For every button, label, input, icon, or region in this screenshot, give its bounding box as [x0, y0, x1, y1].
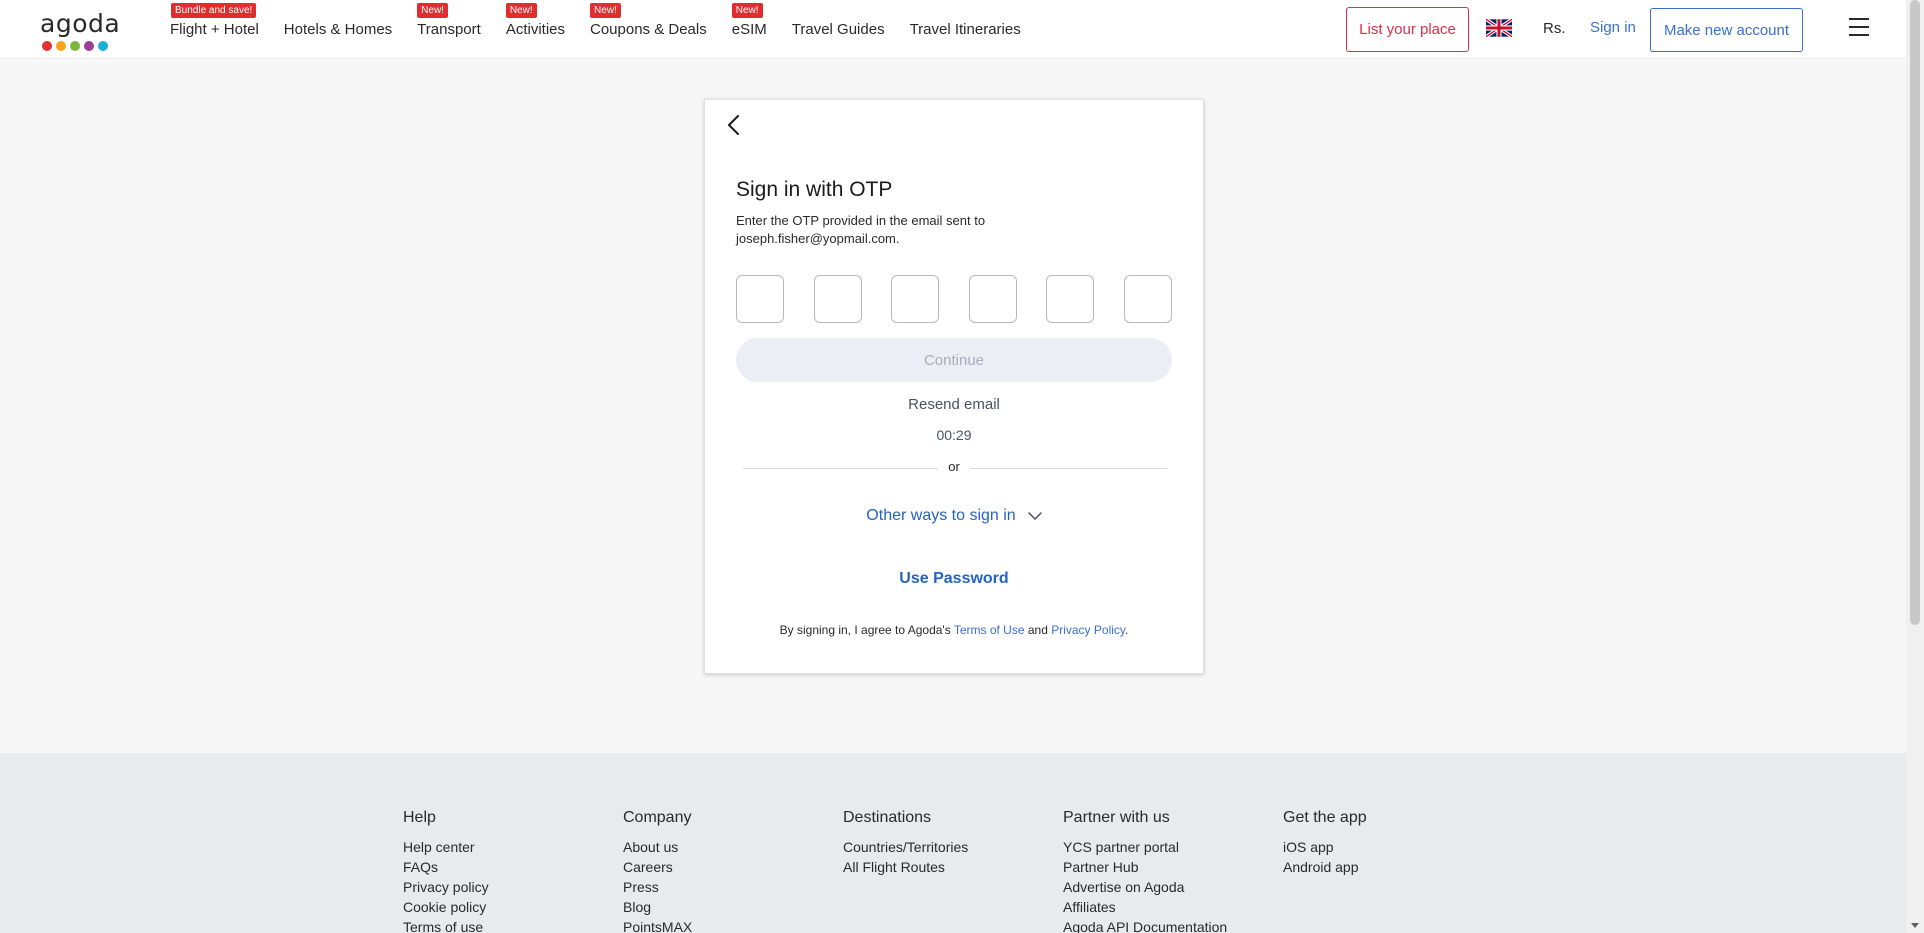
footer-link[interactable]: Affiliates [1063, 897, 1227, 917]
footer-column-app: Get the app iOS app Android app [1283, 809, 1367, 877]
footer-heading: Help [403, 809, 436, 826]
otp-instructions: Enter the OTP provided in the email sent… [736, 213, 986, 246]
footer-link[interactable]: Privacy policy [403, 877, 489, 897]
site-footer: Help Help center FAQs Privacy policy Coo… [0, 753, 1906, 933]
nav-label: Coupons & Deals [590, 21, 707, 38]
nav-badge: New! [590, 3, 621, 18]
resend-timer: 00:29 [936, 427, 972, 443]
footer-link[interactable]: Advertise on Agoda [1063, 877, 1227, 897]
continue-button[interactable]: Continue [736, 338, 1172, 382]
otp-digit-input[interactable] [1046, 275, 1095, 323]
agoda-logo[interactable]: agoda [40, 9, 121, 51]
nav-travel-guides[interactable]: Travel Guides [792, 0, 885, 59]
resend-email-button[interactable]: Resend email [705, 396, 1203, 413]
otp-input-group [736, 275, 1172, 323]
footer-link[interactable]: Agoda API Documentation [1063, 917, 1227, 933]
terms-and: and [1024, 623, 1052, 637]
nav-label: Activities [505, 21, 565, 38]
scroll-down-icon[interactable] [1911, 923, 1919, 928]
footer-column-destinations: Destinations Countries/Territories All F… [843, 809, 968, 877]
page-scrollbar[interactable] [1906, 0, 1924, 933]
nav-hotels-homes[interactable]: Hotels & Homes [284, 0, 392, 59]
main-nav: Bundle and save! Flight + Hotel Hotels &… [170, 0, 1046, 59]
other-ways-label: Other ways to sign in [866, 507, 1016, 524]
otp-signin-card: Sign in with OTP Enter the OTP provided … [704, 99, 1204, 674]
otp-digit-input[interactable] [968, 275, 1017, 323]
divider-or: or [948, 459, 960, 474]
nav-label: Travel Itineraries [909, 21, 1021, 38]
logo-dot [70, 41, 80, 51]
logo-dot [98, 41, 108, 51]
hamburger-menu-icon[interactable] [1849, 18, 1869, 38]
top-header: agoda Bundle and save! Flight + Hotel Ho… [0, 0, 1906, 59]
divider-line [970, 468, 1167, 469]
other-ways-to-sign-in-toggle[interactable]: Other ways to sign in [705, 507, 1203, 525]
terms-notice: By signing in, I agree to Agoda's Terms … [705, 623, 1203, 637]
nav-badge: Bundle and save! [171, 3, 257, 18]
nav-badge: New! [417, 3, 448, 18]
terms-prefix: By signing in, I agree to Agoda's [779, 623, 954, 637]
footer-link[interactable]: Terms of use [403, 917, 489, 933]
nav-label: Travel Guides [791, 21, 885, 38]
nav-transport[interactable]: New! Transport [417, 0, 481, 59]
logo-text: agoda [40, 9, 121, 38]
uk-flag-icon[interactable] [1486, 18, 1512, 38]
footer-link[interactable]: Cookie policy [403, 897, 489, 917]
terms-suffix: . [1125, 623, 1129, 637]
footer-link[interactable]: Press [623, 877, 692, 897]
otp-digit-input[interactable] [1123, 275, 1172, 323]
nav-coupons-deals[interactable]: New! Coupons & Deals [590, 0, 707, 59]
otp-digit-input[interactable] [736, 275, 784, 323]
nav-flight-hotel[interactable]: Bundle and save! Flight + Hotel [170, 0, 259, 59]
otp-digit-input[interactable] [891, 275, 940, 323]
nav-label: eSIM [731, 21, 767, 38]
footer-link[interactable]: iOS app [1283, 837, 1367, 857]
footer-link[interactable]: Countries/Territories [843, 837, 968, 857]
footer-heading: Company [623, 809, 692, 826]
nav-esim[interactable]: New! eSIM [731, 0, 767, 59]
logo-dot [84, 41, 94, 51]
logo-dot [56, 41, 66, 51]
terms-of-use-link[interactable]: Terms of Use [954, 623, 1025, 637]
nav-label: Transport [417, 21, 481, 38]
footer-heading: Get the app [1283, 809, 1367, 826]
footer-link[interactable]: Android app [1283, 857, 1367, 877]
nav-label: Flight + Hotel [170, 21, 259, 38]
footer-link[interactable]: Careers [623, 857, 692, 877]
nav-travel-itineraries[interactable]: Travel Itineraries [910, 0, 1021, 59]
footer-heading: Destinations [843, 809, 932, 826]
sign-in-link[interactable]: Sign in [1590, 19, 1636, 36]
logo-dot [42, 41, 52, 51]
footer-column-help: Help Help center FAQs Privacy policy Coo… [403, 809, 489, 933]
nav-badge: New! [731, 3, 763, 18]
footer-link[interactable]: YCS partner portal [1063, 837, 1227, 857]
currency-selector[interactable]: Rs. [1543, 20, 1566, 37]
footer-link[interactable]: Blog [623, 897, 692, 917]
footer-link[interactable]: All Flight Routes [843, 857, 968, 877]
card-title: Sign in with OTP [736, 178, 893, 201]
nav-label: Hotels & Homes [283, 21, 393, 38]
footer-heading: Partner with us [1063, 809, 1170, 826]
footer-column-partner: Partner with us YCS partner portal Partn… [1063, 809, 1227, 933]
make-new-account-button[interactable]: Make new account [1650, 8, 1803, 52]
nav-badge: New! [505, 3, 537, 18]
logo-dots [42, 41, 114, 51]
list-your-place-button[interactable]: List your place [1346, 7, 1469, 52]
footer-link[interactable]: PointsMAX [623, 917, 692, 933]
back-arrow-icon[interactable] [723, 112, 747, 138]
footer-link[interactable]: About us [623, 837, 692, 857]
nav-activities[interactable]: New! Activities [505, 0, 565, 59]
footer-link[interactable]: Partner Hub [1063, 857, 1227, 877]
footer-link[interactable]: FAQs [403, 857, 489, 877]
scrollbar-thumb[interactable] [1910, 0, 1920, 625]
chevron-down-icon [1027, 512, 1042, 520]
footer-column-company: Company About us Careers Press Blog Poin… [623, 809, 692, 933]
privacy-policy-link[interactable]: Privacy Policy [1051, 623, 1125, 637]
use-password-button[interactable]: Use Password [705, 570, 1203, 588]
footer-link[interactable]: Help center [403, 837, 489, 857]
otp-digit-input[interactable] [813, 275, 862, 323]
